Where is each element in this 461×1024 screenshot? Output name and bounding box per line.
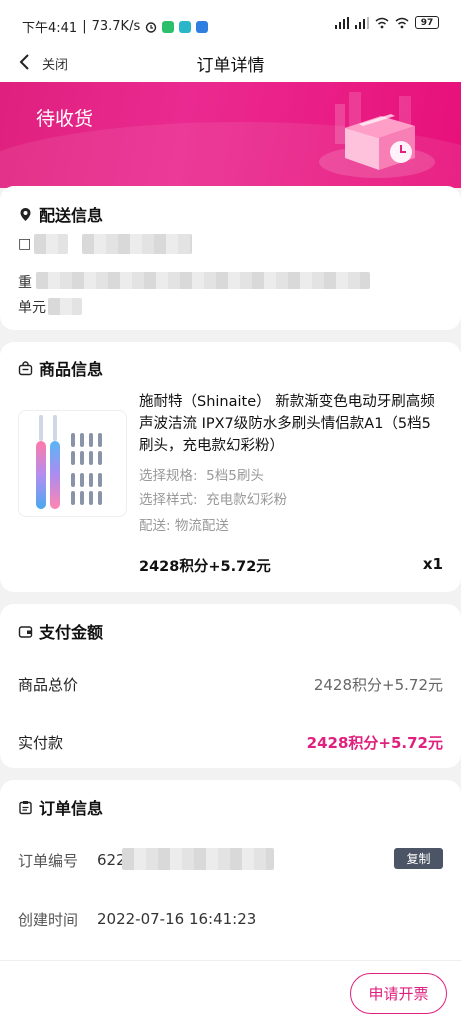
payment-title: 支付金额	[18, 619, 103, 643]
product-quantity: x1	[422, 555, 443, 573]
order-info-title-text: 订单信息	[39, 799, 104, 818]
status-time: 下午4:41	[22, 21, 78, 36]
app-icon	[162, 20, 175, 33]
recipient-phone-redacted	[82, 234, 192, 254]
status-right: 97	[335, 16, 439, 29]
shopping-bag-icon	[18, 360, 33, 375]
total-price-label: 商品总价	[18, 676, 79, 694]
order-info-card: 订单信息 订单编号 622 复制 创建时间 2022-07-16 16:41:2…	[0, 780, 461, 980]
network-speed: 73.7K/s	[91, 19, 141, 34]
product-thumbnail[interactable]	[18, 410, 127, 517]
product-price: 2428积分+5.72元	[139, 559, 271, 575]
address-prefix: 重	[18, 275, 32, 291]
order-info-title: 订单信息	[18, 795, 103, 819]
product-name[interactable]: 施耐特（Shinaite） 新款渐变色电动牙刷高频声波洁流 IPX7级防水多刷头…	[139, 391, 445, 457]
created-time-label: 创建时间	[18, 911, 79, 929]
created-time-value: 2022-07-16 16:41:23	[97, 910, 257, 928]
app-icon	[196, 20, 209, 33]
order-number-label: 订单编号	[18, 852, 79, 870]
signal-icon	[355, 16, 369, 29]
spec-value: 5档5刷头	[206, 468, 264, 484]
payment-title-text: 支付金额	[39, 623, 104, 642]
product-spec: 选择规格: 5档5刷头	[139, 464, 264, 484]
bottom-action-bar: 申请开票	[0, 960, 461, 1024]
order-status: 待收货	[36, 108, 94, 130]
delivery-card: 配送信息 □ 重 单元	[0, 186, 461, 330]
app-icon	[179, 20, 192, 33]
request-invoice-button[interactable]: 申请开票	[350, 973, 447, 1014]
delivery-title-text: 配送信息	[39, 206, 104, 225]
alarm-icon	[146, 21, 157, 33]
unit-prefix: 单元	[18, 300, 46, 316]
delivery-method: 配送: 物流配送	[139, 518, 229, 534]
status-bar: 下午4:41 | 73.7K/s 97	[0, 0, 461, 50]
recipient-initial: □	[18, 236, 32, 252]
order-number-redacted	[122, 848, 274, 870]
wallet-icon	[18, 625, 33, 638]
total-price-value: 2428积分+5.72元	[313, 676, 443, 694]
clipboard-icon	[19, 800, 32, 814]
delivery-box-icon	[319, 92, 435, 178]
status-divider: |	[82, 19, 87, 34]
product-title: 商品信息	[18, 356, 103, 380]
paid-amount-value: 2428积分+5.72元	[306, 734, 443, 752]
paid-amount-label: 实付款	[18, 734, 64, 752]
signal-icon	[335, 16, 349, 29]
status-left: 下午4:41 | 73.7K/s	[22, 17, 209, 36]
page-title: 订单详情	[196, 56, 265, 76]
battery-icon: 97	[415, 16, 439, 29]
spec-label: 选择规格:	[139, 468, 198, 484]
nav-bar: 关闭 订单详情	[0, 44, 461, 82]
address-redacted	[36, 272, 370, 289]
recipient-name-redacted	[34, 234, 68, 254]
product-card: 商品信息 施耐特（Shinaite） 新款渐变色电动牙刷高频声波洁流 IPX7级…	[0, 342, 461, 592]
product-style: 选择样式: 充电款幻彩粉	[139, 488, 287, 508]
order-status-banner: 待收货	[0, 82, 461, 188]
delivery-title: 配送信息	[18, 202, 103, 226]
wifi-icon	[375, 17, 389, 28]
location-pin-icon	[20, 207, 31, 221]
payment-card: 支付金额 商品总价 2428积分+5.72元 实付款 2428积分+5.72元	[0, 604, 461, 768]
style-value: 充电款幻彩粉	[206, 492, 288, 508]
unit-redacted	[48, 298, 82, 315]
style-label: 选择样式:	[139, 492, 198, 508]
copy-button[interactable]: 复制	[394, 848, 443, 869]
product-title-text: 商品信息	[39, 360, 104, 379]
wifi-icon	[395, 17, 409, 28]
toothbrush-image	[36, 415, 102, 509]
